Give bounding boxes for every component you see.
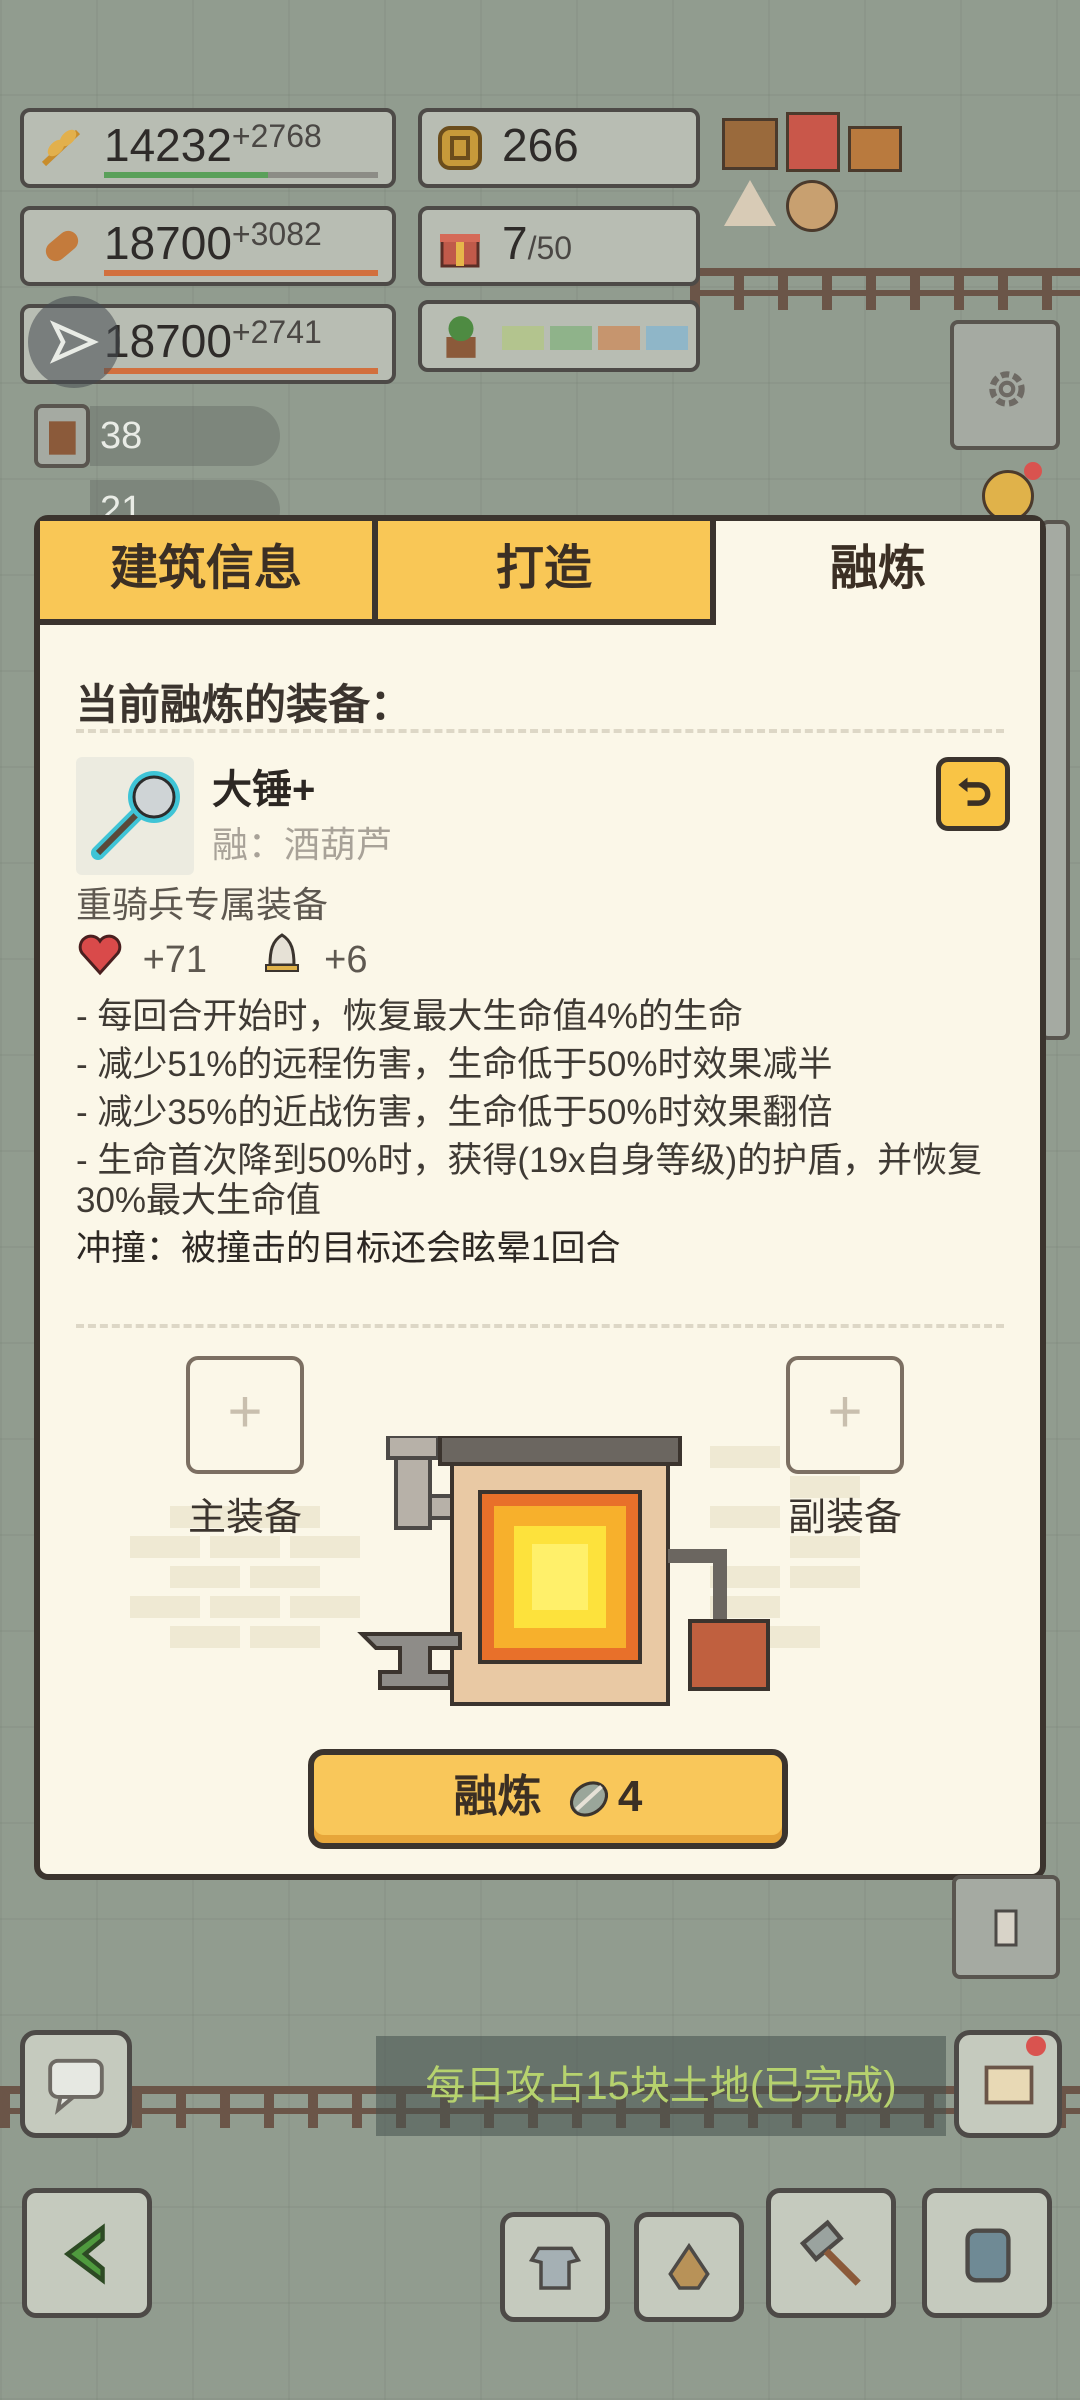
- notify-dot: [1026, 2036, 1046, 2056]
- add-icon: +: [227, 1378, 263, 1445]
- effect-line: - 生命首次降到50%时，获得(19x自身等级)的护盾，并恢复30%最大生命值: [76, 1141, 983, 1220]
- forge-button[interactable]: [766, 2188, 896, 2318]
- tab-craft[interactable]: 打造: [378, 521, 716, 625]
- send-icon: [49, 320, 99, 364]
- gift-value: 7/50: [502, 217, 573, 269]
- fusion-stone-icon: [569, 1781, 608, 1818]
- worker-icon[interactable]: [786, 180, 838, 232]
- gift-max: /50: [527, 230, 573, 266]
- armor-button[interactable]: [500, 2212, 610, 2322]
- resource-wheat[interactable]: 14232+2768: [20, 108, 396, 188]
- wheat-icon: [41, 129, 81, 167]
- coin-icon: [438, 126, 482, 170]
- hero-button[interactable]: [634, 2212, 744, 2322]
- add-icon: +: [827, 1378, 863, 1445]
- back-arrow-icon: [63, 2223, 105, 2285]
- tab-bar: 建筑信息 打造 融炼: [40, 521, 1040, 625]
- ore-bar: [104, 368, 378, 374]
- effect-line: - 每回合开始时，恢复最大生命值4%的生命: [76, 997, 743, 1036]
- jar-icon: [965, 2228, 1011, 2283]
- chest-icon[interactable]: [722, 118, 778, 170]
- forge-illustration: [130, 1436, 860, 1706]
- item-name: 大锤+: [212, 768, 316, 812]
- bread-income: +3082: [231, 216, 322, 252]
- fuse-cost: 4: [617, 1772, 643, 1821]
- fuse-button[interactable]: 融炼 4: [308, 1749, 788, 1849]
- bread-value: 18700+3082: [104, 216, 322, 269]
- main-equipment-label: 主装备: [187, 1497, 302, 1539]
- treasure-icon[interactable]: [848, 126, 902, 172]
- resource-bread[interactable]: 18700+3082: [20, 206, 396, 286]
- bread-bar: [104, 270, 378, 276]
- forge-dialog: 建筑信息 打造 融炼 当前融炼的装备： 大锤+ 融：酒葫芦 重骑兵专属装备 +7…: [34, 515, 1046, 1880]
- main-equipment-slot[interactable]: +: [186, 1356, 304, 1474]
- item-thumbnail[interactable]: [76, 757, 194, 875]
- chest-side-button[interactable]: [952, 1875, 1060, 1979]
- exclusive-note: 重骑兵专属装备: [76, 884, 329, 925]
- chestplate-icon: [528, 2246, 582, 2290]
- ore-value: 18700+2741: [104, 314, 322, 367]
- wheat-bar: [104, 172, 378, 178]
- daily-quest-banner[interactable]: 每日攻占15块土地(已完成): [376, 2036, 946, 2136]
- door-icon: [994, 1909, 1018, 1947]
- scroll-icon: [984, 2065, 1034, 2105]
- book-icon: [49, 421, 76, 455]
- resource-plant[interactable]: [418, 300, 700, 372]
- bread-icon: [45, 230, 79, 262]
- fence-top: [690, 268, 1080, 310]
- resource-gift[interactable]: 7/50: [418, 206, 700, 286]
- sub-equipment-label: 副装备: [787, 1497, 902, 1539]
- notify-dot: [1024, 462, 1042, 480]
- inventory-button[interactable]: [922, 2188, 1052, 2318]
- effects-list: - 每回合开始时，恢复最大生命值4%的生命 - 减少51%的远程伤害，生命低于5…: [76, 993, 1000, 1273]
- side-count-1: 38: [90, 406, 280, 466]
- effect-line: - 减少51%的远程伤害，生命低于50%时效果减半: [76, 1045, 833, 1084]
- resource-coin[interactable]: 266: [418, 108, 700, 188]
- chat-button[interactable]: [20, 2030, 132, 2138]
- share-button[interactable]: [28, 296, 120, 388]
- tent-icon[interactable]: [724, 180, 776, 226]
- sub-equipment-slot[interactable]: +: [786, 1356, 904, 1474]
- side-book[interactable]: [34, 404, 90, 468]
- wheat-value: 14232+2768: [104, 118, 322, 171]
- banner-icon[interactable]: [786, 112, 840, 172]
- ore-income: +2741: [231, 314, 322, 350]
- gift-icon: [440, 234, 480, 268]
- gear-icon: [989, 371, 1025, 407]
- divider-top: [76, 729, 1004, 733]
- hammer-icon: [91, 771, 180, 860]
- armor-icon: [258, 931, 306, 989]
- fuse-label: 融炼: [453, 1772, 542, 1821]
- back-button[interactable]: [22, 2188, 152, 2318]
- helmet-icon: [668, 2242, 710, 2290]
- charge-effect: 冲撞：被撞击的目标还会眩晕1回合: [76, 1229, 621, 1268]
- hammer-tool-icon: [799, 2219, 861, 2286]
- plant-slot-4: [646, 326, 688, 350]
- chat-icon: [48, 2058, 104, 2115]
- def-bonus: +6: [324, 938, 368, 981]
- coin-value: 266: [502, 119, 579, 171]
- settings-button[interactable]: [950, 320, 1060, 450]
- plant-pot-icon: [446, 316, 476, 358]
- plant-slot-3: [598, 326, 640, 350]
- item-fusion-source: 融：酒葫芦: [212, 824, 393, 865]
- wheat-income: +2768: [231, 118, 322, 154]
- tab-fusion[interactable]: 融炼: [716, 521, 1040, 625]
- undo-icon: [958, 777, 991, 806]
- section-title: 当前融炼的装备：: [76, 681, 413, 728]
- effect-line: - 减少35%的近战伤害，生命低于50%时效果翻倍: [76, 1093, 833, 1132]
- hp-bonus: +71: [142, 938, 208, 981]
- undo-button[interactable]: [936, 757, 1010, 831]
- divider-bottom: [76, 1324, 1004, 1328]
- tab-building-info[interactable]: 建筑信息: [40, 521, 378, 625]
- heart-icon: [76, 931, 124, 989]
- plant-slot-2: [550, 326, 592, 350]
- plant-slot-1: [502, 326, 544, 350]
- stat-row: +71 +6: [76, 931, 367, 989]
